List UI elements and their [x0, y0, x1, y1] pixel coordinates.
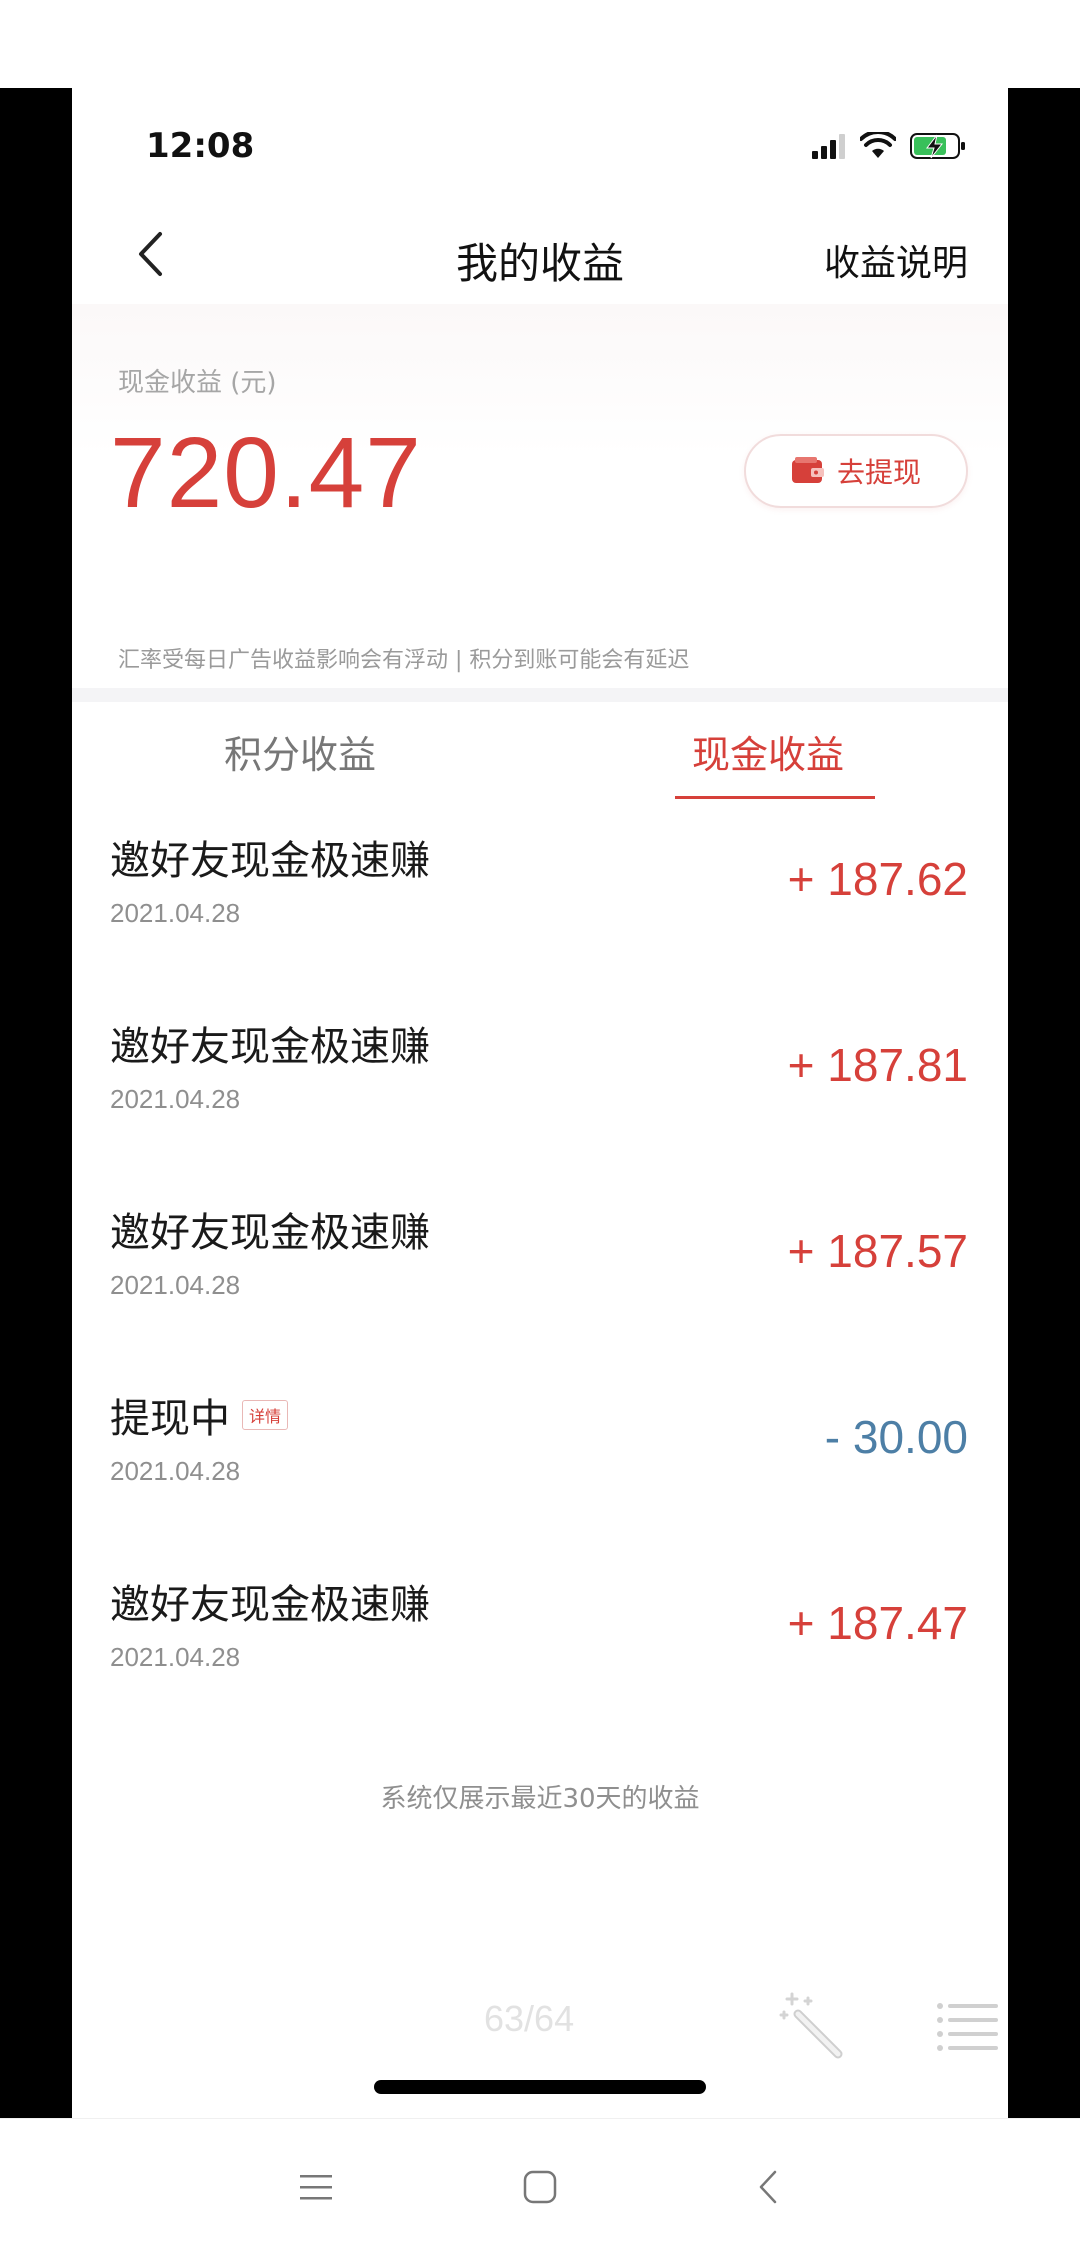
square-icon: [523, 2170, 557, 2204]
home-button[interactable]: [510, 2157, 570, 2217]
record-date: 2021.04.28: [110, 1084, 241, 1114]
tab-cash-earnings[interactable]: 现金收益: [692, 724, 844, 779]
earnings-explanation-link[interactable]: 收益说明: [824, 234, 968, 286]
nav-bar: 我的收益 收益说明: [72, 208, 1008, 304]
withdraw-label: 去提现: [836, 456, 921, 489]
record-title-text: 邀好友现金极速赚: [110, 1582, 430, 1628]
record-amount: + 187.47: [787, 1597, 968, 1649]
menu-list-icon[interactable]: [936, 2002, 1000, 2058]
record-amount: - 30.00: [824, 1411, 968, 1463]
cash-earnings-amount: 720.47: [110, 417, 422, 529]
phone-screen: 12:08 我的收益 收益说明 现金收益 (元) 720.47 去提现 汇率受每…: [72, 88, 1008, 2118]
record-title-text: 提现中: [110, 1396, 230, 1442]
record-title: 邀好友现金极速赚: [110, 1200, 430, 1258]
home-indicator[interactable]: [374, 2080, 706, 2094]
record-date: 2021.04.28: [110, 898, 241, 928]
thirty-day-note: 系统仅展示最近30天的收益: [380, 1784, 700, 1814]
tab-points-earnings[interactable]: 积分收益: [224, 724, 376, 779]
record-date: 2021.04.28: [110, 1456, 241, 1486]
details-badge[interactable]: 详情: [242, 1400, 289, 1430]
record-date: 2021.04.28: [110, 1270, 241, 1300]
chevron-left-icon: [759, 2170, 777, 2204]
menu-icon: [300, 2175, 332, 2200]
earnings-summary: 现金收益 (元) 720.47 去提现 汇率受每日广告收益影响会有浮动 | 积分…: [72, 304, 1008, 684]
list-item[interactable]: 邀好友现金极速赚 2021.04.28 + 187.57: [72, 1200, 1008, 1386]
list-item[interactable]: 邀好友现金极速赚 2021.04.28 + 187.62: [72, 828, 1008, 1014]
section-divider: [72, 688, 1008, 702]
magic-wand-icon[interactable]: [778, 1990, 848, 2064]
earnings-tabs: 积分收益 现金收益: [72, 702, 1008, 802]
record-date: 2021.04.28: [110, 1642, 241, 1672]
record-title: 提现中 详情: [110, 1386, 289, 1444]
wifi-icon: [860, 132, 896, 158]
android-nav-bar: [0, 2118, 1080, 2248]
record-title: 邀好友现金极速赚: [110, 828, 430, 886]
page-counter: 63/64: [484, 1998, 575, 2039]
withdraw-button[interactable]: 去提现: [744, 434, 968, 508]
list-item[interactable]: 提现中 详情 2021.04.28 - 30.00: [72, 1386, 1008, 1572]
status-time: 12:08: [146, 126, 255, 166]
record-title: 邀好友现金极速赚: [110, 1572, 430, 1630]
android-back-button[interactable]: [738, 2157, 798, 2217]
wallet-icon: [791, 457, 824, 483]
list-item[interactable]: 邀好友现金极速赚 2021.04.28 + 187.81: [72, 1014, 1008, 1200]
record-amount: + 187.81: [787, 1039, 968, 1091]
status-icons: [812, 132, 966, 160]
record-title-text: 邀好友现金极速赚: [110, 838, 430, 884]
list-item[interactable]: 邀好友现金极速赚 2021.04.28 + 187.47: [72, 1572, 1008, 1758]
active-tab-indicator: [675, 796, 875, 799]
record-title-text: 邀好友现金极速赚: [110, 1210, 430, 1256]
signal-icon: [812, 134, 845, 159]
record-title-text: 邀好友现金极速赚: [110, 1024, 430, 1070]
left-letterbox: [0, 88, 72, 2118]
battery-charging-icon: [910, 133, 965, 159]
exchange-rate-note: 汇率受每日广告收益影响会有浮动 | 积分到账可能会有延迟: [118, 648, 690, 673]
cash-earnings-label: 现金收益 (元): [118, 368, 277, 398]
top-margin: [0, 0, 1080, 88]
record-amount: + 187.62: [787, 853, 968, 905]
status-bar: 12:08: [72, 88, 1008, 208]
record-amount: + 187.57: [787, 1225, 968, 1277]
right-letterbox: [1008, 88, 1080, 2118]
recent-apps-button[interactable]: [286, 2157, 346, 2217]
record-title: 邀好友现金极速赚: [110, 1014, 430, 1072]
